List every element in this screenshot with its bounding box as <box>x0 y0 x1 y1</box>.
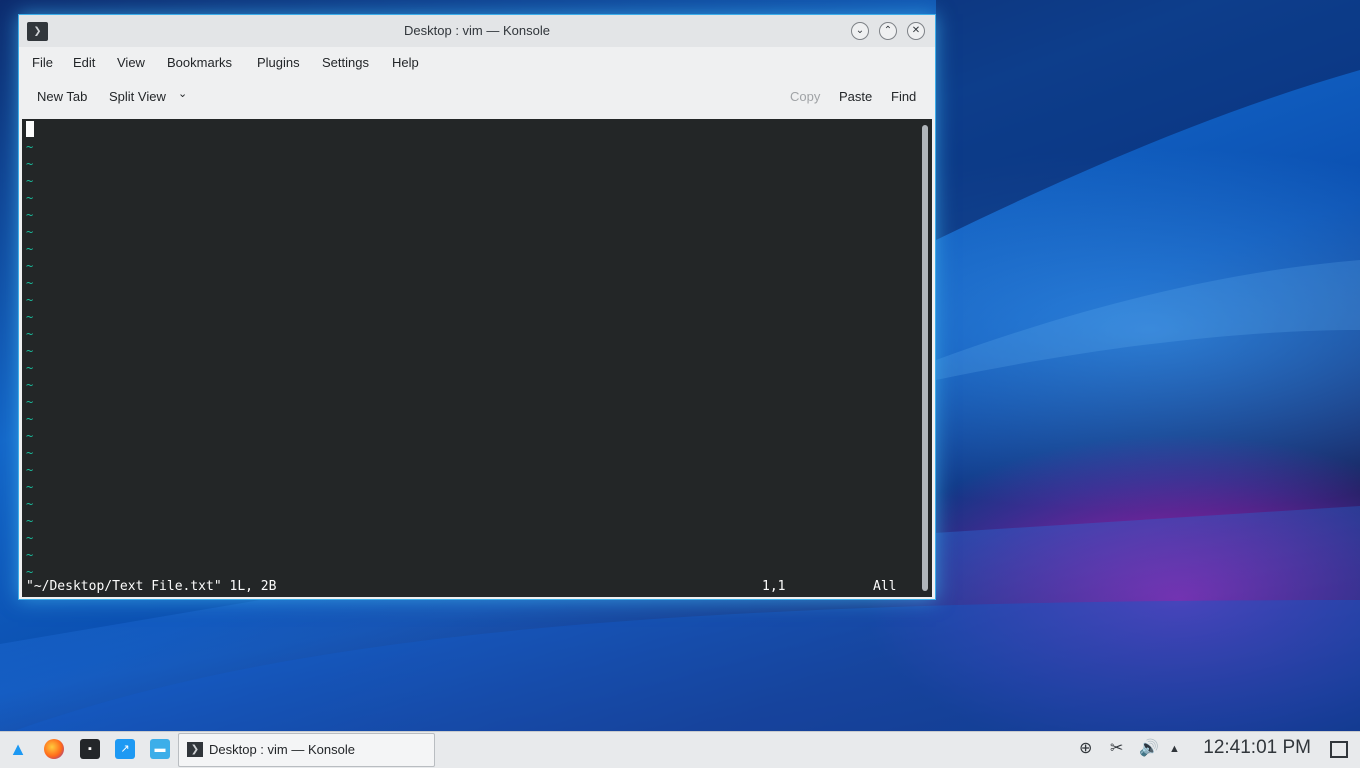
vim-tilde-line: ~ <box>26 327 34 341</box>
find-button[interactable]: Find <box>891 89 916 104</box>
menu-help[interactable]: Help <box>392 55 419 70</box>
menu-bookmarks[interactable]: Bookmarks <box>167 55 232 70</box>
terminal-area[interactable]: ~ ~ ~ ~ ~ ~ ~ ~ ~ ~ ~ ~ ~ ~ ~ ~ ~ ~ ~ ~ ~ ~ ~ ~ ~ ~ "~/Desktop/Te… <box>22 119 932 597</box>
vim-tilde-line: ~ <box>26 157 34 171</box>
vim-tilde-line: ~ <box>26 276 34 290</box>
vim-tilde-line: ~ <box>26 548 34 562</box>
vim-tilde-line: ~ <box>26 174 34 188</box>
vim-tilde-line: ~ <box>26 531 34 545</box>
taskbar: ▲ ▪ ↗ ▬ ❯ Desktop : vim — Konsole ⊕ ✂ 🔊 … <box>0 731 1360 768</box>
clipboard-icon[interactable]: ✂ <box>1110 740 1123 758</box>
minimize-button[interactable]: ⌄ <box>851 22 869 40</box>
vim-tilde-line: ~ <box>26 395 34 409</box>
vim-tilde-line: ~ <box>26 140 34 154</box>
clock[interactable]: 12:41:01 PM <box>1203 737 1311 759</box>
vim-tilde-line: ~ <box>26 259 34 273</box>
vim-tilde-line: ~ <box>26 293 34 307</box>
vim-cursor-position: 1,1 <box>762 579 786 594</box>
vim-tilde-line: ~ <box>26 514 34 528</box>
window-title: Desktop : vim — Konsole <box>404 23 550 38</box>
vim-tilde-line: ~ <box>26 191 34 205</box>
vim-tilde-line: ~ <box>26 480 34 494</box>
title-bar[interactable]: ❯ Desktop : vim — Konsole ⌄ ⌃ ✕ <box>19 15 935 47</box>
split-view-chevron-icon[interactable]: ⌄ <box>178 87 187 100</box>
tool-bar: New Tab Split View ⌄ Copy Paste Find <box>19 77 935 117</box>
new-tab-button[interactable]: New Tab <box>37 89 87 104</box>
terminal-scrollbar[interactable] <box>922 125 928 591</box>
vim-scroll-position: All <box>873 579 897 594</box>
discover-icon[interactable]: ↗ <box>115 739 135 759</box>
vim-tilde-line: ~ <box>26 310 34 324</box>
menu-bar: File Edit View Bookmarks Plugins Setting… <box>19 47 935 77</box>
vim-tilde-line: ~ <box>26 242 34 256</box>
task-konsole-icon: ❯ <box>187 742 203 757</box>
split-view-button[interactable]: Split View <box>109 89 166 104</box>
menu-view[interactable]: View <box>117 55 145 70</box>
vim-tilde-line: ~ <box>26 565 34 579</box>
vim-tilde-line: ~ <box>26 361 34 375</box>
file-manager-icon[interactable]: ▬ <box>150 739 170 759</box>
konsole-window: ❯ Desktop : vim — Konsole ⌄ ⌃ ✕ File Edi… <box>18 14 936 600</box>
vim-tilde-line: ~ <box>26 225 34 239</box>
copy-button[interactable]: Copy <box>790 89 820 104</box>
vim-tilde-line: ~ <box>26 412 34 426</box>
text-cursor <box>26 121 34 137</box>
tray-expand-icon[interactable]: ▲ <box>1169 740 1180 758</box>
menu-edit[interactable]: Edit <box>73 55 95 70</box>
task-konsole[interactable]: ❯ Desktop : vim — Konsole <box>178 733 435 767</box>
firefox-icon[interactable] <box>44 739 64 759</box>
paste-button[interactable]: Paste <box>839 89 872 104</box>
menu-file[interactable]: File <box>32 55 53 70</box>
system-monitor-icon[interactable]: ▪ <box>80 739 100 759</box>
vim-tilde-line: ~ <box>26 208 34 222</box>
vim-tilde-line: ~ <box>26 344 34 358</box>
vim-tilde-line: ~ <box>26 446 34 460</box>
menu-settings[interactable]: Settings <box>322 55 369 70</box>
app-launcher-icon[interactable]: ▲ <box>8 739 28 759</box>
vim-tilde-line: ~ <box>26 463 34 477</box>
close-button[interactable]: ✕ <box>907 22 925 40</box>
maximize-button[interactable]: ⌃ <box>879 22 897 40</box>
volume-icon[interactable]: 🔊 <box>1139 740 1159 758</box>
vim-tilde-line: ~ <box>26 378 34 392</box>
task-konsole-label: Desktop : vim — Konsole <box>209 742 355 757</box>
vim-tilde-line: ~ <box>26 429 34 443</box>
vim-file-status: "~/Desktop/Text File.txt" 1L, 2B <box>26 579 277 594</box>
network-icon[interactable]: ⊕ <box>1079 740 1092 758</box>
menu-plugins[interactable]: Plugins <box>257 55 300 70</box>
show-desktop-icon[interactable] <box>1330 741 1348 758</box>
vim-tilde-line: ~ <box>26 497 34 511</box>
